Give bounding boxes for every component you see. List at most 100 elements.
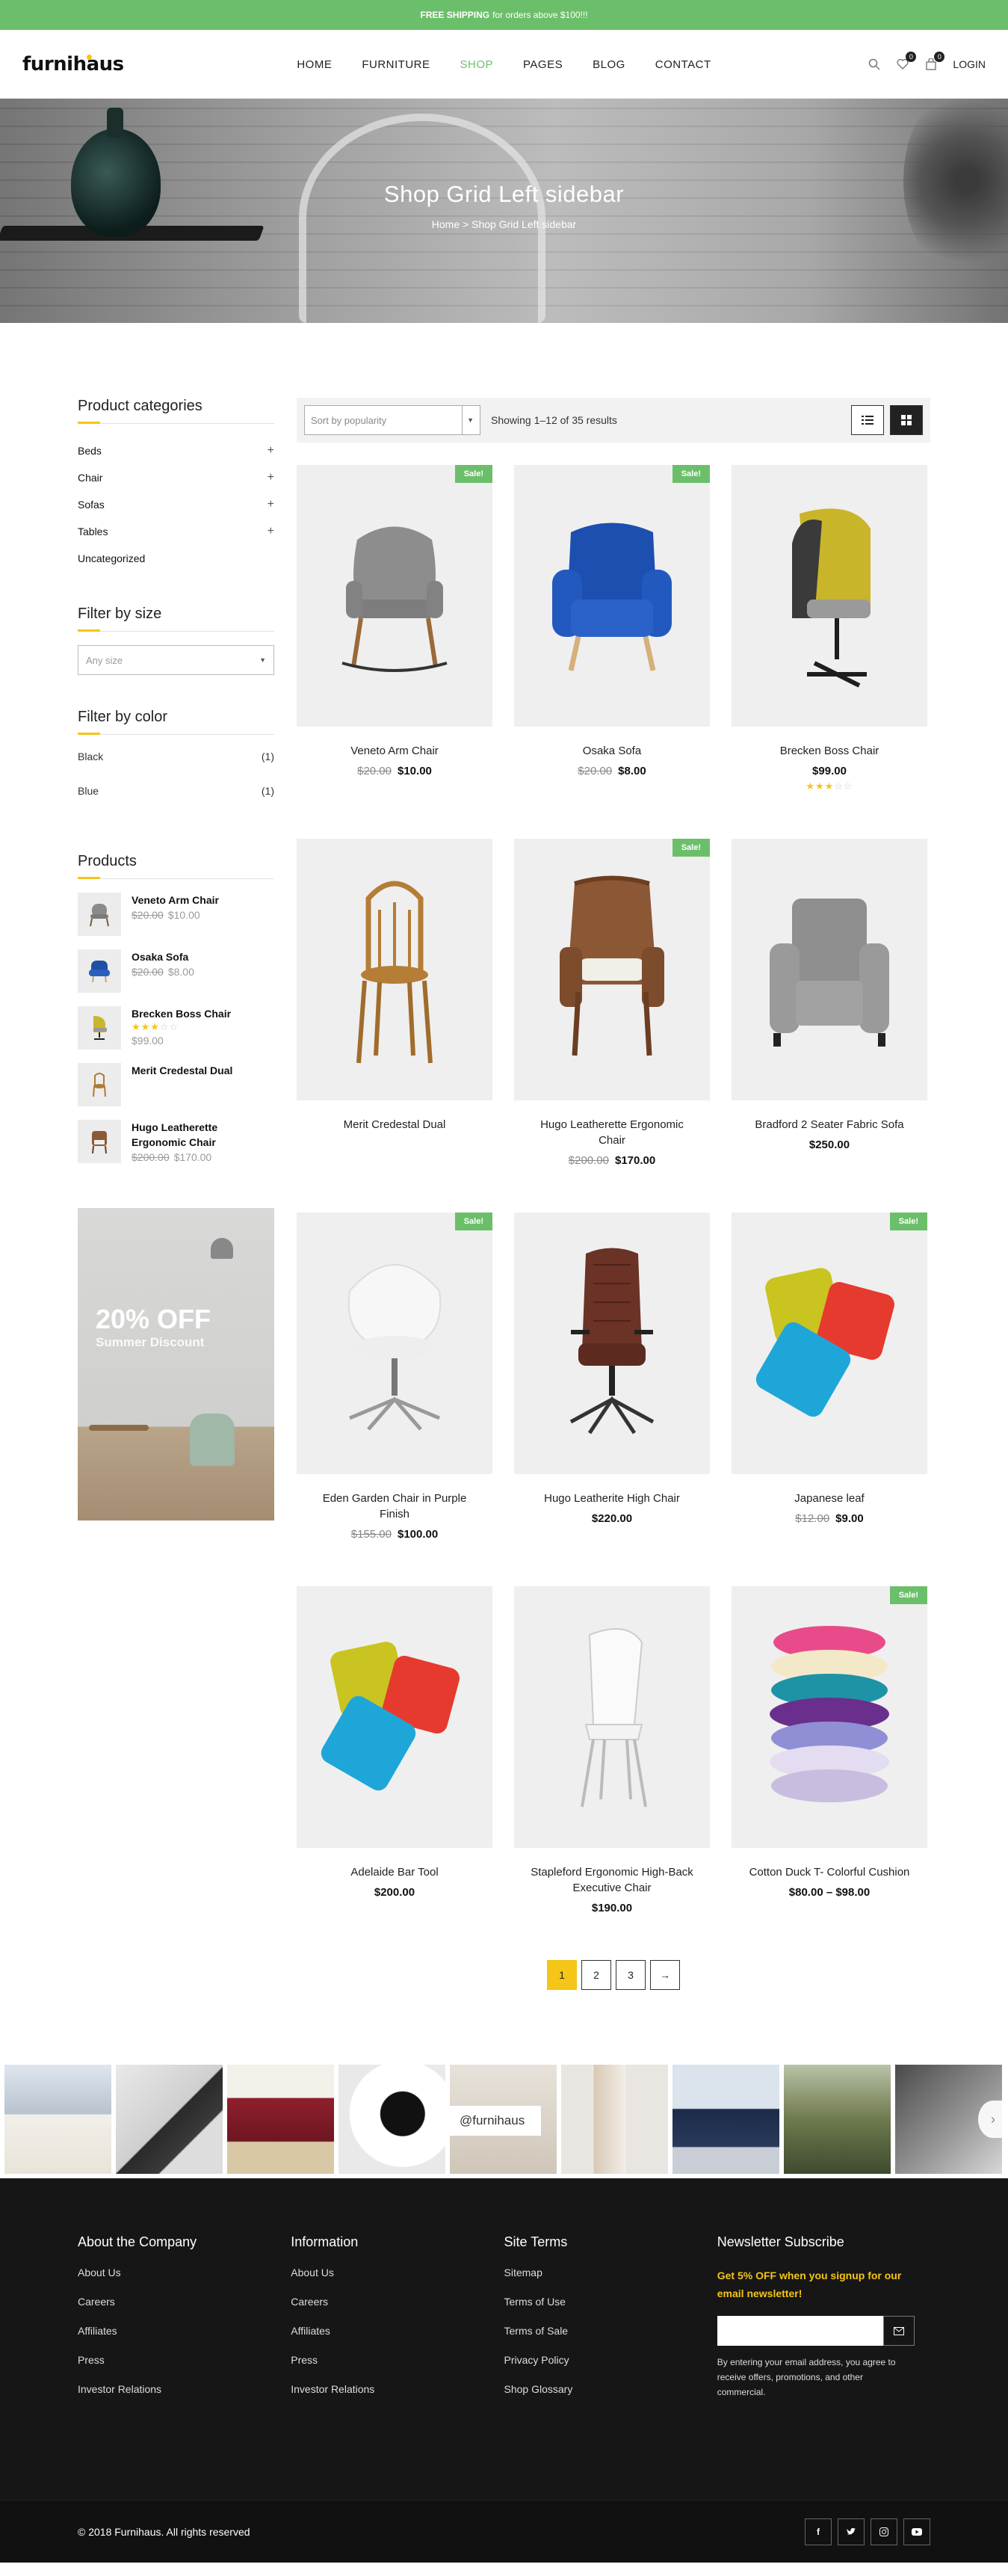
promo-banner[interactable]: 20% OFF Summer Discount [78, 1208, 274, 1520]
page-2-button[interactable]: 2 [581, 1960, 611, 1990]
product-image[interactable]: Sale! [297, 465, 492, 727]
instagram-photo[interactable] [227, 2065, 334, 2174]
sidebar-product-name[interactable]: Merit Credestal Dual [132, 1063, 232, 1078]
grid-view-button[interactable] [890, 405, 923, 435]
product-name[interactable]: Japanese leaf [732, 1491, 927, 1506]
footer-link[interactable]: Sitemap [504, 2267, 717, 2278]
product-image[interactable]: Sale! [297, 1212, 492, 1474]
product-image[interactable] [732, 465, 927, 727]
product-image[interactable]: Sale! [514, 465, 710, 727]
product-thumbnail[interactable] [78, 1006, 121, 1050]
expand-plus-icon[interactable]: + [268, 471, 274, 484]
product-name[interactable]: Brecken Boss Chair [732, 743, 927, 759]
product-thumbnail[interactable] [78, 893, 121, 936]
footer-link[interactable]: Privacy Policy [504, 2354, 717, 2366]
product-name[interactable]: Merit Credestal Dual [297, 1117, 492, 1133]
product-name[interactable]: Bradford 2 Seater Fabric Sofa [732, 1117, 927, 1133]
product-card[interactable]: Hugo Leatherite High Chair $220.00 [514, 1212, 710, 1586]
instagram-photo[interactable] [338, 2065, 445, 2174]
footer-link[interactable]: About Us [291, 2267, 504, 2278]
instagram-handle[interactable]: @furnihaus [443, 2106, 542, 2136]
instagram-photo[interactable] [672, 2065, 779, 2174]
newsletter-email-input[interactable] [717, 2316, 883, 2346]
product-card[interactable]: Adelaide Bar Tool $200.00 [297, 1586, 492, 1960]
product-image[interactable] [514, 1586, 710, 1848]
product-card[interactable]: Brecken Boss Chair $99.00 ★★★☆☆ [732, 465, 927, 839]
product-image[interactable] [732, 839, 927, 1100]
instagram-photo[interactable] [116, 2065, 223, 2174]
newsletter-submit-button[interactable] [882, 2316, 915, 2346]
product-image[interactable]: Sale! [514, 839, 710, 1100]
footer-link[interactable]: Careers [291, 2296, 504, 2308]
site-logo[interactable]: furnihaus [22, 53, 124, 76]
footer-link[interactable]: Terms of Sale [504, 2325, 717, 2337]
youtube-icon[interactable] [903, 2518, 930, 2545]
list-view-button[interactable] [851, 405, 884, 435]
sidebar-product[interactable]: Merit Credestal Dual [78, 1063, 274, 1106]
nav-shop[interactable]: SHOP [460, 58, 494, 71]
sort-select[interactable]: Sort by popularity ▼ [304, 405, 480, 435]
footer-link[interactable]: Affiliates [291, 2325, 504, 2337]
instagram-photo[interactable] [561, 2065, 668, 2174]
product-name[interactable]: Hugo Leatherette Ergonomic Chair [514, 1117, 710, 1148]
page-3-button[interactable]: 3 [616, 1960, 646, 1990]
carousel-next-button[interactable]: › [978, 2101, 1008, 2138]
nav-contact[interactable]: CONTACT [655, 58, 711, 71]
product-name[interactable]: Stapleford Ergonomic High-Back Executive… [514, 1864, 710, 1896]
breadcrumb-home[interactable]: Home [432, 218, 460, 230]
product-name[interactable]: Osaka Sofa [514, 743, 710, 759]
category-item-chair[interactable]: Chair + [78, 464, 274, 491]
size-select[interactable]: Any size ▼ [78, 645, 274, 675]
footer-link[interactable]: Affiliates [78, 2325, 291, 2337]
sidebar-product[interactable]: Brecken Boss Chair ★★★☆☆ $99.00 [78, 1006, 274, 1050]
sidebar-product-name[interactable]: Veneto Arm Chair [132, 893, 219, 908]
footer-link[interactable]: Investor Relations [78, 2383, 291, 2395]
footer-link[interactable]: Careers [78, 2296, 291, 2308]
product-card[interactable]: Bradford 2 Seater Fabric Sofa $250.00 [732, 839, 927, 1212]
cart-bag-icon[interactable]: 0 [924, 51, 945, 71]
next-page-button[interactable]: → [650, 1960, 680, 1990]
footer-link[interactable]: Shop Glossary [504, 2383, 717, 2395]
nav-pages[interactable]: PAGES [523, 58, 563, 71]
product-image[interactable]: Sale! [732, 1586, 927, 1848]
product-card[interactable]: Sale! Cotton Duck T- Colorful Cushion $8… [732, 1586, 927, 1960]
product-name[interactable]: Hugo Leatherite High Chair [514, 1491, 710, 1506]
product-name[interactable]: Adelaide Bar Tool [297, 1864, 492, 1880]
instagram-photo[interactable] [4, 2065, 111, 2174]
product-name[interactable]: Veneto Arm Chair [297, 743, 492, 759]
expand-plus-icon[interactable]: + [268, 444, 274, 457]
category-item-uncategorized[interactable]: Uncategorized [78, 545, 274, 572]
login-link[interactable]: LOGIN [953, 58, 986, 70]
category-item-beds[interactable]: Beds + [78, 437, 274, 464]
footer-link[interactable]: About Us [78, 2267, 291, 2278]
product-image[interactable] [297, 839, 492, 1100]
product-thumbnail[interactable] [78, 949, 121, 993]
sidebar-product-name[interactable]: Brecken Boss Chair [132, 1006, 231, 1021]
product-image[interactable] [297, 1586, 492, 1848]
product-card[interactable]: Sale! Hugo Leatherette Ergonomic Chair $… [514, 839, 710, 1212]
product-card[interactable]: Sale! Japanese leaf $12.00 $9.00 [732, 1212, 927, 1586]
nav-blog[interactable]: BLOG [593, 58, 625, 71]
footer-link[interactable]: Press [291, 2354, 504, 2366]
footer-link[interactable]: Press [78, 2354, 291, 2366]
sidebar-product[interactable]: Hugo Leatherette Ergonomic Chair $200.00… [78, 1120, 274, 1163]
wishlist-heart-icon[interactable]: 0 [896, 51, 917, 71]
expand-plus-icon[interactable]: + [268, 525, 274, 538]
category-item-tables[interactable]: Tables + [78, 518, 274, 545]
facebook-icon[interactable]: f [805, 2518, 832, 2545]
nav-furniture[interactable]: FURNITURE [362, 58, 430, 71]
product-card[interactable]: Stapleford Ergonomic High-Back Executive… [514, 1586, 710, 1960]
sidebar-product-name[interactable]: Osaka Sofa [132, 949, 194, 964]
page-1-button[interactable]: 1 [547, 1960, 577, 1990]
product-thumbnail[interactable] [78, 1063, 121, 1106]
twitter-icon[interactable] [838, 2518, 865, 2545]
product-name[interactable]: Eden Garden Chair in Purple Finish [297, 1491, 492, 1522]
sidebar-product[interactable]: Veneto Arm Chair $20.00 $10.00 [78, 893, 274, 936]
footer-link[interactable]: Investor Relations [291, 2383, 504, 2395]
footer-link[interactable]: Terms of Use [504, 2296, 717, 2308]
product-card[interactable]: Sale! Eden Garden Chair in Purple Finish… [297, 1212, 492, 1586]
product-card[interactable]: Sale! Osaka Sofa $20.00 $8.00 [514, 465, 710, 839]
color-option-black[interactable]: Black (1) [78, 739, 274, 774]
instagram-icon[interactable] [871, 2518, 897, 2545]
category-item-sofas[interactable]: Sofas + [78, 491, 274, 518]
